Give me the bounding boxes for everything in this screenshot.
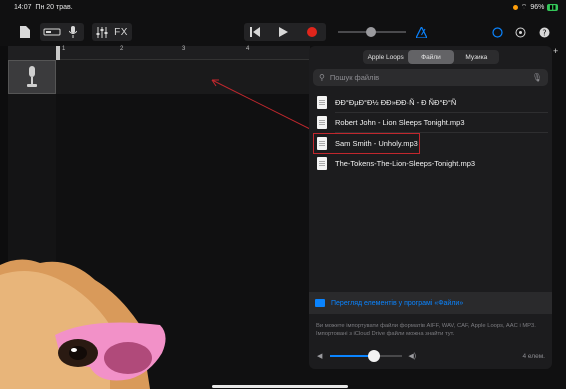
microphone-icon <box>27 66 37 87</box>
search-icon: ⚲ <box>319 73 325 82</box>
track-header-audio-recorder[interactable] <box>8 60 56 94</box>
ruler-mark: 4 <box>246 46 250 52</box>
recording-indicator-icon <box>512 5 518 10</box>
battery-icon: ▮▮ <box>547 4 558 11</box>
add-track-icon[interactable]: + <box>553 46 558 56</box>
my-songs-icon[interactable] <box>18 24 32 40</box>
folder-icon <box>315 299 325 307</box>
file-item[interactable]: ÐÐ°ÐµÐ°Ð½ ÐÐ»ÐÐ·Ñ - Ð ÑÐ°Ð°Ñ <box>313 92 548 113</box>
toolbar: FX <box>0 20 566 44</box>
settings-icon[interactable] <box>513 24 527 40</box>
tab-files[interactable]: Файли <box>408 50 454 64</box>
browse-link-label: Перегляд елементів у програмі «Файли» <box>331 299 464 307</box>
search-field[interactable]: ⚲ Пошук файлів 🎙 <box>313 69 548 86</box>
document-icon <box>317 95 327 109</box>
search-placeholder: Пошук файлів <box>329 73 380 82</box>
home-indicator <box>212 385 348 388</box>
play-icon[interactable] <box>276 24 290 40</box>
item-count: 4 елем. <box>522 352 545 360</box>
master-volume-knob[interactable] <box>366 27 376 37</box>
mixer-icon[interactable] <box>94 24 110 40</box>
document-icon <box>317 136 327 150</box>
metronome-icon[interactable] <box>414 24 428 40</box>
ruler-mark: 2 <box>120 46 124 52</box>
volume-high-icon: ◀) <box>408 353 417 360</box>
browser-tabs: Apple Loops Файли Музика <box>363 50 499 64</box>
record-button[interactable] <box>305 24 319 40</box>
wifi-icon: ⌔ <box>520 4 528 11</box>
file-item[interactable]: Robert John - Lion Sleeps Tonight.mp3 <box>313 113 548 133</box>
volume-low-icon: ◀ <box>317 353 323 360</box>
fx-button[interactable]: FX <box>112 24 130 40</box>
microphone-icon[interactable] <box>66 24 80 40</box>
dictation-icon[interactable]: 🎙 <box>532 73 542 82</box>
tab-apple-loops[interactable]: Apple Loops <box>363 50 408 64</box>
file-list: ÐÐ°ÐµÐ°Ð½ ÐÐ»ÐÐ·Ñ - Ð ÑÐ°Ð°Ñ Robert John… <box>313 92 548 174</box>
file-name: ÐÐ°ÐµÐ°Ð½ ÐÐ»ÐÐ·Ñ - Ð ÑÐ°Ð°Ñ <box>335 97 457 107</box>
file-name: The-Tokens-The-Lion-Sleeps-Tonight.mp3 <box>335 159 476 169</box>
file-item[interactable]: The-Tokens-The-Lion-Sleeps-Tonight.mp3 <box>313 154 548 175</box>
volume-knob[interactable] <box>367 350 380 362</box>
preview-volume-slider[interactable] <box>330 350 403 362</box>
battery-percent: 96% <box>530 4 545 11</box>
file-item-highlighted[interactable]: Sam Smith - Unholy.mp3 <box>313 133 420 154</box>
file-browser-panel: Apple Loops Файли Музика ⚲ Пошук файлів … <box>309 46 552 369</box>
preview-volume: ◀ ◀) 4 елем. <box>317 350 545 362</box>
ruler-mark: 1 <box>62 46 66 52</box>
help-icon[interactable]: ? <box>537 24 551 40</box>
file-name: Robert John - Lion Sleeps Tonight.mp3 <box>335 118 465 128</box>
browse-files-app-link[interactable]: Перегляд елементів у програмі «Файли» <box>309 292 552 314</box>
import-info-text: Ви можете імпортувати файли форматів AIF… <box>316 323 536 337</box>
tracks-view-icon[interactable] <box>42 24 62 40</box>
track-lane[interactable] <box>56 60 310 94</box>
rewind-icon[interactable] <box>248 24 262 40</box>
timeline-ruler[interactable]: 1 2 3 4 <box>56 46 310 60</box>
record-icon <box>307 27 317 37</box>
loop-browser-icon[interactable] <box>490 24 504 40</box>
document-icon <box>317 157 327 171</box>
dog-photo-overlay <box>0 259 166 389</box>
file-name: Sam Smith - Unholy.mp3 <box>335 138 418 148</box>
playhead-marker[interactable] <box>56 46 60 60</box>
track-header-strip <box>8 46 56 60</box>
tab-music[interactable]: Музика <box>454 50 499 64</box>
status-time: 14:07 Пн 20 трав. <box>14 4 73 11</box>
svg-text:?: ? <box>542 28 546 37</box>
ruler-mark: 3 <box>182 46 186 52</box>
document-icon <box>317 116 327 130</box>
status-indicators: ⌔ 96% ▮▮ <box>512 3 558 12</box>
status-bar: 14:07 Пн 20 трав. ⌔ 96% ▮▮ <box>0 0 566 20</box>
garageband-screen: { "status_bar": { "time": "14:07", "date… <box>0 0 566 389</box>
